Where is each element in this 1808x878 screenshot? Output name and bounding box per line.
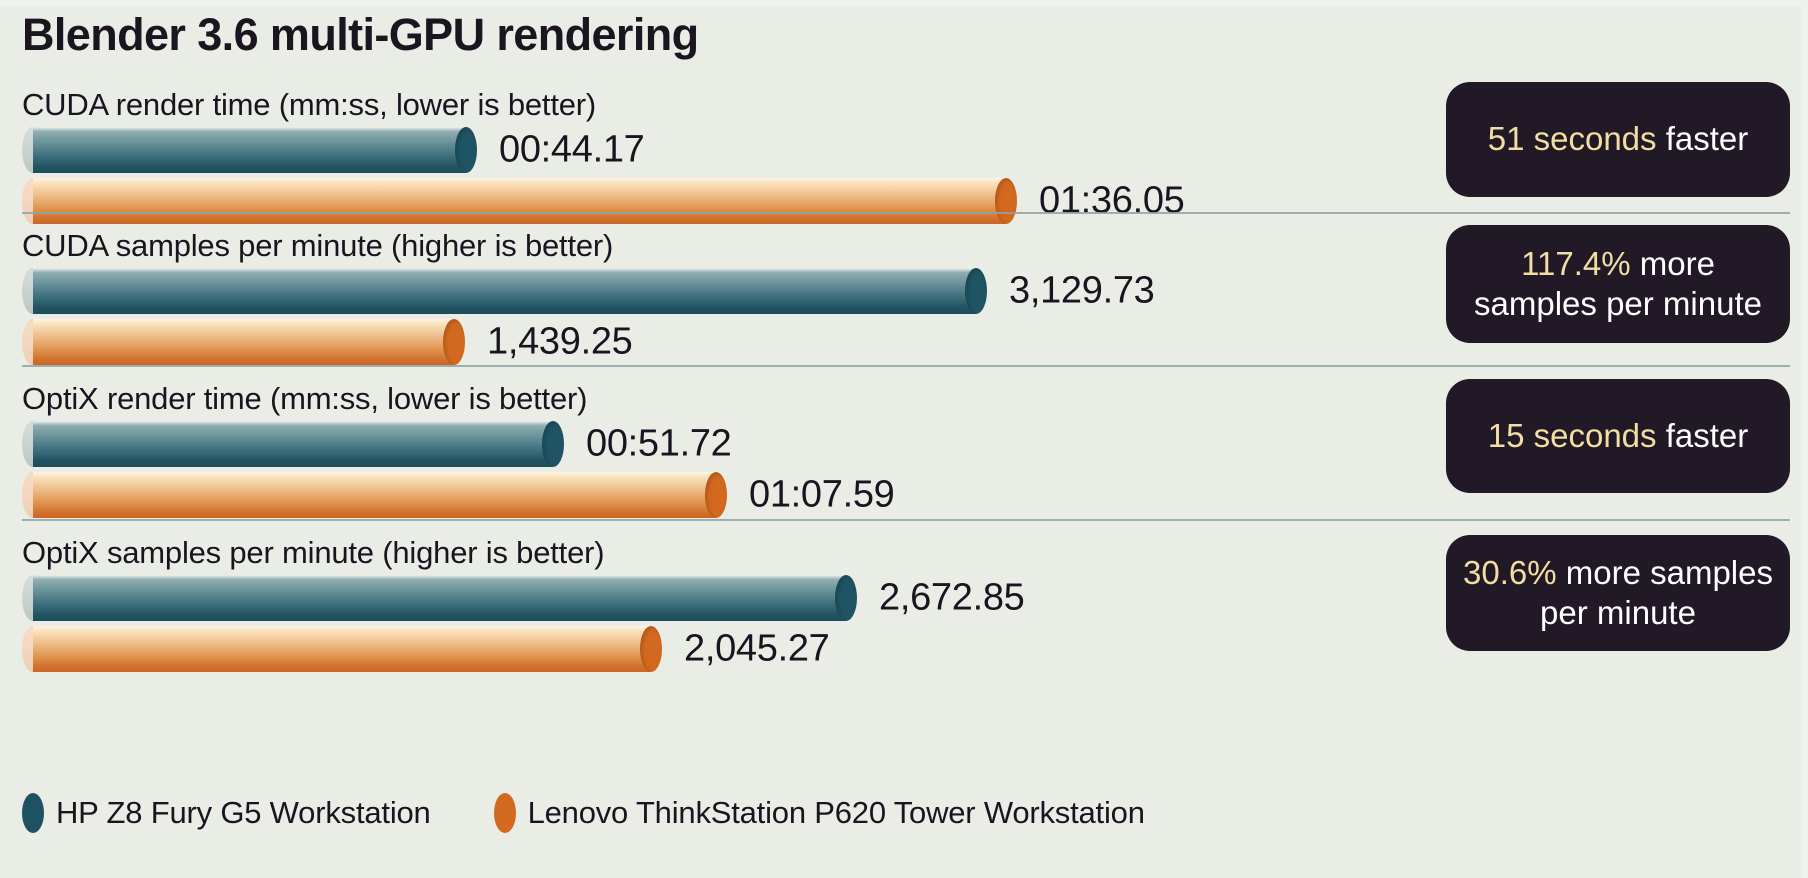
bar-value-label: 3,129.73 — [1009, 269, 1155, 312]
bar-orange — [22, 319, 465, 365]
callout-text: more samples per minute — [1540, 553, 1773, 631]
section-divider — [22, 519, 1790, 521]
bar-value-label: 2,672.85 — [879, 576, 1025, 619]
bar-teal — [22, 575, 857, 621]
callout-text: faster — [1665, 120, 1749, 158]
bar-cap-right — [640, 626, 662, 672]
bar-cap-right — [705, 472, 727, 518]
section-label: OptiX render time (mm:ss, lower is bette… — [22, 381, 588, 416]
callout-badge: 51 seconds faster — [1446, 82, 1790, 197]
bar-cap-right — [443, 319, 465, 365]
bar-teal — [22, 127, 477, 173]
callout-highlight: 51 seconds — [1487, 120, 1657, 158]
legend-spacer — [431, 813, 494, 814]
callout-text: faster — [1665, 416, 1749, 454]
bar-cap-right — [455, 127, 477, 173]
chart-legend: HP Z8 Fury G5 Workstation Lenovo ThinkSta… — [22, 793, 1145, 833]
chart-section: OptiX samples per minute (higher is bett… — [0, 519, 1808, 679]
legend-item: Lenovo ThinkStation P620 Tower Workstati… — [493, 793, 1145, 833]
bar-body — [33, 472, 716, 518]
legend-label: HP Z8 Fury G5 Workstation — [56, 795, 431, 830]
section-divider — [22, 212, 1790, 214]
bar-value-label: 1,439.25 — [487, 320, 633, 363]
page-title: Blender 3.6 multi-GPU rendering — [22, 9, 699, 60]
callout-highlight: 30.6% — [1463, 553, 1557, 591]
legend-label: Lenovo ThinkStation P620 Tower Workstati… — [527, 795, 1145, 830]
bar-value-label: 00:51.72 — [586, 422, 732, 465]
bar-value-label: 01:07.59 — [749, 473, 895, 516]
callout-highlight: 117.4% — [1521, 244, 1631, 282]
chart-section: OptiX render time (mm:ss, lower is bette… — [0, 365, 1808, 519]
bar-body — [33, 421, 553, 467]
callout-highlight: 15 seconds — [1487, 416, 1657, 454]
callout-badge: 117.4% more samples per minute — [1446, 225, 1790, 343]
bar-body — [33, 268, 976, 314]
section-label: CUDA samples per minute (higher is bette… — [22, 228, 614, 263]
section-divider — [22, 365, 1790, 367]
bar-orange — [22, 472, 727, 518]
bar-teal — [22, 268, 987, 314]
section-label: OptiX samples per minute (higher is bett… — [22, 535, 605, 570]
chart-section: CUDA render time (mm:ss, lower is better… — [0, 71, 1808, 224]
chart-section: CUDA samples per minute (higher is bette… — [0, 212, 1808, 365]
bar-body — [33, 319, 454, 365]
bar-value-label: 2,045.27 — [684, 627, 830, 670]
bar-orange — [22, 626, 662, 672]
bar-cap-right — [835, 575, 857, 621]
bar-cap-right — [542, 421, 564, 467]
section-label: CUDA render time (mm:ss, lower is better… — [22, 87, 597, 122]
bar-body — [33, 575, 846, 621]
legend-item: HP Z8 Fury G5 Workstation — [22, 793, 431, 833]
callout-badge: 15 seconds faster — [1446, 379, 1790, 493]
bar-teal — [22, 421, 564, 467]
bar-body — [33, 127, 466, 173]
bar-cap-right — [965, 268, 987, 314]
bar-body — [33, 626, 651, 672]
callout-badge: 30.6% more samples per minute — [1446, 535, 1790, 651]
bar-value-label: 00:44.17 — [499, 128, 645, 171]
chart-infographic: Blender 3.6 multi-GPU rendering CUDA ren… — [0, 0, 1808, 878]
legend-swatch-teal-icon — [22, 793, 44, 833]
legend-swatch-orange-icon — [493, 793, 516, 833]
